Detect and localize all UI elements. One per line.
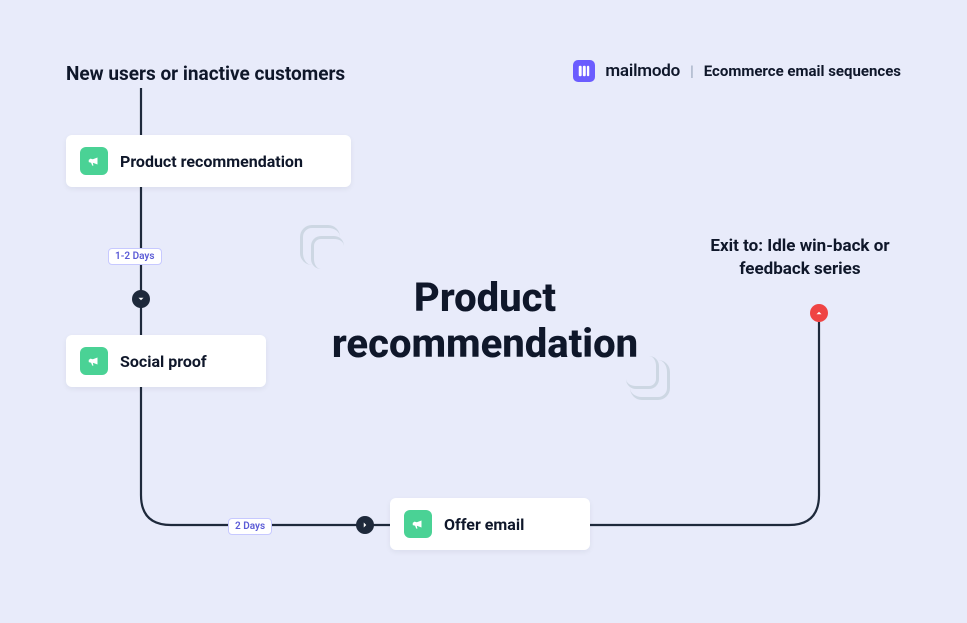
brand-name: mailmodo — [605, 61, 680, 81]
decorative-corner-icon — [300, 225, 340, 265]
entry-point-label: New users or inactive customers — [66, 62, 345, 85]
chevron-down-icon — [132, 290, 150, 308]
step-social-proof: Social proof — [66, 335, 266, 387]
step-label: Product recommendation — [120, 152, 303, 171]
megaphone-icon — [80, 147, 108, 175]
step-product-recommendation: Product recommendation — [66, 135, 351, 187]
chevron-right-icon — [356, 516, 374, 534]
step-label: Offer email — [444, 515, 524, 534]
exit-label: Exit to: Idle win-back or feedback serie… — [685, 235, 915, 281]
delay-badge: 2 Days — [228, 518, 272, 535]
brand-subtitle: Ecommerce email sequences — [704, 62, 901, 80]
megaphone-icon — [80, 347, 108, 375]
mailmodo-logo-icon — [573, 60, 595, 82]
chevron-up-icon — [810, 304, 828, 322]
step-offer-email: Offer email — [390, 498, 590, 550]
diagram-canvas: New users or inactive customers mailmodo… — [0, 0, 967, 623]
delay-badge: 1-2 Days — [108, 248, 162, 265]
separator: | — [690, 62, 694, 80]
diagram-title: Product recommendation — [300, 275, 670, 367]
step-label: Social proof — [120, 352, 207, 371]
brand-header: mailmodo | Ecommerce email sequences — [573, 60, 901, 82]
decorative-corner-icon — [630, 360, 670, 400]
megaphone-icon — [404, 510, 432, 538]
